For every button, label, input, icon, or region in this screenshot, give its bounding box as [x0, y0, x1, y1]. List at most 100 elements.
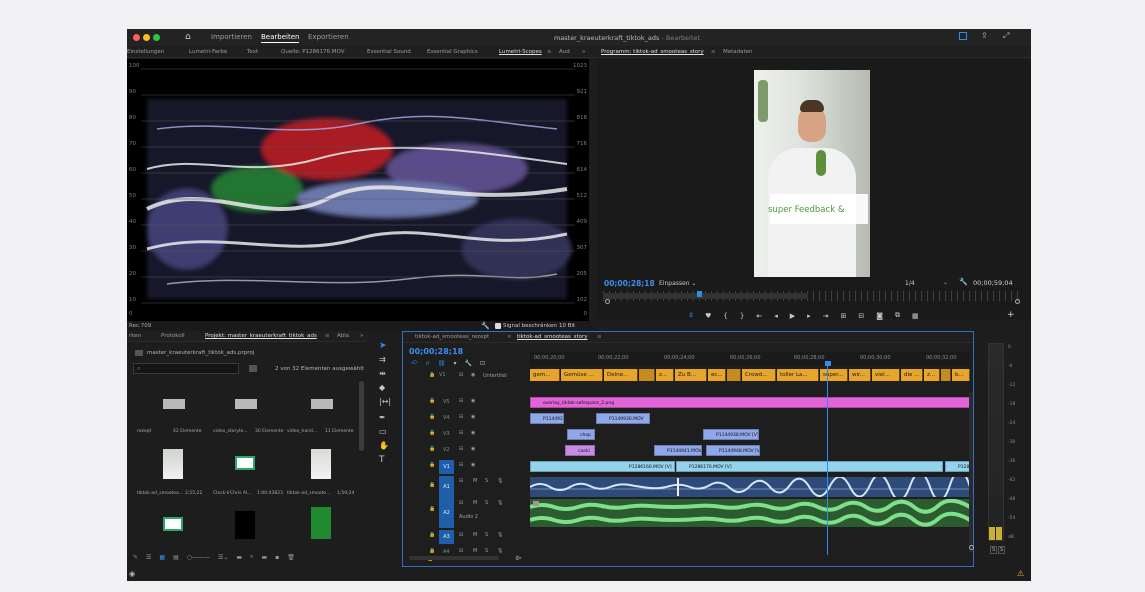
zoom-window-button[interactable]: [153, 34, 160, 41]
pencil-icon[interactable]: ✎: [133, 554, 138, 561]
subtitle-clip[interactable]: super...: [820, 369, 848, 381]
program-zoom-bar[interactable]: [603, 293, 808, 299]
mark-in-icon[interactable]: {: [723, 312, 727, 320]
tab-menu-icon[interactable]: ≡: [547, 49, 552, 55]
track-target-a1[interactable]: A1: [439, 476, 454, 498]
tab-source[interactable]: Quelle: P1286176.MOV: [281, 49, 345, 55]
zoom-handle-left[interactable]: [605, 299, 610, 304]
list-view-icon[interactable]: ☰: [146, 554, 151, 561]
minimize-window-button[interactable]: [143, 34, 150, 41]
audio-clip-a1[interactable]: [530, 477, 970, 497]
sync-lock-icon[interactable]: ⊟: [459, 462, 463, 468]
clip-v3[interactable]: chop: [567, 429, 595, 440]
tab-lumetri-color[interactable]: Lumetri-Farbe: [189, 49, 227, 55]
slip-icon[interactable]: |↔|: [379, 397, 391, 406]
warning-icon[interactable]: ⚠: [1017, 569, 1024, 578]
bit-depth-select[interactable]: 10 Bit: [559, 323, 575, 329]
hand-icon[interactable]: ✋: [379, 441, 389, 450]
sync-lock-icon[interactable]: ⊟: [459, 414, 463, 420]
subtitle-clip[interactable]: z...: [656, 369, 674, 381]
resolution-select[interactable]: 1/4: [905, 280, 915, 287]
sync-lock-icon[interactable]: ⊟: [459, 532, 463, 538]
subtitle-track-target[interactable]: V1: [439, 372, 446, 378]
lock-icon[interactable]: 🔒: [429, 414, 435, 420]
resolution-chevron-icon[interactable]: ⌄: [943, 279, 948, 286]
lock-icon[interactable]: 🔒: [429, 430, 435, 436]
timeline-settings-icon[interactable]: 🔧: [464, 360, 471, 367]
comparison-view-icon[interactable]: ⧉: [895, 311, 900, 320]
lock-icon[interactable]: 🔒: [429, 462, 435, 468]
new-bin-icon[interactable]: [249, 365, 257, 372]
tab-markers[interactable]: rken: [129, 333, 141, 339]
nav-edit[interactable]: Bearbeiten: [261, 33, 300, 43]
clip-v4[interactable]: P1149936.MOV: [596, 413, 650, 424]
clip-v3[interactable]: P1144938.MOV [V]: [703, 429, 759, 440]
sync-lock-icon[interactable]: ⊟: [459, 430, 463, 436]
clip-thumbnail[interactable]: [311, 449, 331, 479]
automate-icon[interactable]: ▬: [236, 554, 242, 561]
tab-program-monitor[interactable]: Programm: tiktok-ad_smooteas_story: [601, 49, 704, 55]
close-tab-icon[interactable]: ×: [507, 334, 512, 340]
status-indicator-icon[interactable]: ◉: [129, 570, 135, 578]
tab-lumetri-scopes[interactable]: Lumetri-Scopes: [499, 49, 542, 55]
subtitle-clip[interactable]: z...: [924, 369, 940, 381]
sync-lock-icon[interactable]: ⊟: [459, 478, 463, 484]
timeline-tab-menu-icon[interactable]: ≡: [597, 334, 602, 340]
solo-button[interactable]: S: [485, 532, 488, 538]
clip-v1[interactable]: P1286166.MOV [V]: [530, 461, 675, 472]
tab-project[interactable]: Projekt: master_kraeuterkraft_tiktok_ads: [205, 333, 317, 339]
tab-essential-sound[interactable]: Essential Sound: [367, 49, 411, 55]
timeline-vscroll[interactable]: [969, 392, 973, 552]
clip-thumbnail[interactable]: [163, 449, 183, 479]
step-forward-icon[interactable]: ▸: [807, 312, 811, 320]
add-marker-timeline-icon[interactable]: ▾: [453, 360, 456, 367]
sync-lock-icon[interactable]: ⊟: [459, 446, 463, 452]
tab-sequence-story[interactable]: tiktok-ad_smooteas_story: [517, 334, 588, 340]
subtitle-clip[interactable]: Gemüse ...: [561, 369, 603, 381]
subtitle-clip[interactable]: viel...: [872, 369, 900, 381]
eye-icon[interactable]: ◉: [471, 430, 475, 436]
mute-button[interactable]: M: [473, 478, 477, 484]
add-marker-icon[interactable]: ⩲: [689, 311, 693, 320]
subtitle-clip[interactable]: wir...: [849, 369, 871, 381]
tab-settings[interactable]: Einstellungen: [127, 49, 164, 55]
mute-button[interactable]: M: [473, 500, 477, 506]
more-tabs-icon[interactable]: »: [582, 49, 585, 55]
sync-lock-icon[interactable]: ⊟: [459, 372, 463, 378]
subtitle-clip[interactable]: Zu B...: [675, 369, 707, 381]
nav-export[interactable]: Exportieren: [308, 33, 349, 41]
meter-solo-right[interactable]: S: [998, 546, 1006, 554]
freeform-view-icon[interactable]: ▤: [173, 554, 179, 561]
captions-icon[interactable]: ⊡: [480, 360, 485, 367]
sort-icon[interactable]: ☰⌄: [218, 554, 228, 561]
mic-icon[interactable]: 🎙: [497, 478, 503, 484]
tab-essential-graphics[interactable]: Essential Graphics: [427, 49, 478, 55]
sync-lock-icon[interactable]: ⊟: [459, 500, 463, 506]
meter-solo-left[interactable]: S: [990, 546, 998, 554]
subtitle-clip[interactable]: Deine...: [604, 369, 638, 381]
eye-icon[interactable]: ◉: [471, 462, 475, 468]
wrench-icon[interactable]: 🔧: [481, 322, 490, 330]
subtitle-clip[interactable]: b...: [952, 369, 970, 381]
eye-icon[interactable]: ◉: [471, 398, 475, 404]
go-to-in-icon[interactable]: ⇤: [756, 312, 762, 320]
tab-audio[interactable]: Aud: [559, 49, 570, 55]
razor-icon[interactable]: ◆: [379, 383, 385, 392]
snap-icon[interactable]: ∩: [425, 360, 429, 367]
project-search-input[interactable]: ⌕: [133, 363, 239, 374]
nav-import[interactable]: Importieren: [211, 33, 252, 41]
clip-thumbnail[interactable]: [311, 507, 331, 539]
eye-icon[interactable]: ◉: [471, 414, 475, 420]
linked-selection-icon[interactable]: ⛓: [438, 360, 446, 367]
clip-v1[interactable]: P1286176.MOV [V]: [676, 461, 943, 472]
track-target-a3[interactable]: A3: [439, 530, 454, 544]
project-more-icon[interactable]: »: [360, 333, 363, 339]
eye-icon[interactable]: ◉: [471, 446, 475, 452]
lock-icon[interactable]: 🔒: [429, 446, 435, 452]
export-frame-icon[interactable]: ◙: [876, 312, 883, 320]
mark-out-icon[interactable]: }: [740, 312, 744, 320]
track-select-icon[interactable]: ⇉: [379, 355, 386, 364]
trash-icon[interactable]: 🗑: [287, 554, 295, 561]
tab-storage[interactable]: Abla: [337, 333, 349, 339]
zoom-handle-right[interactable]: [1015, 299, 1020, 304]
